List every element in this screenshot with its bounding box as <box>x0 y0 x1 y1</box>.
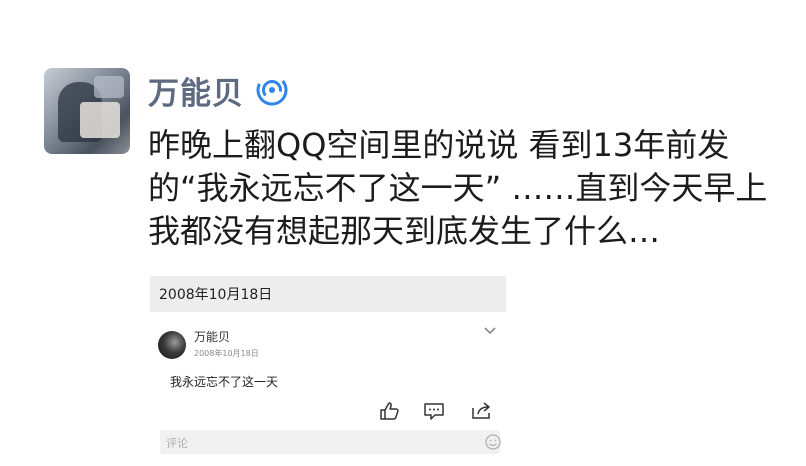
user-avatar[interactable] <box>44 68 130 154</box>
comment-input[interactable]: 评论 <box>160 430 502 454</box>
embedded-post-card: 2008年10月18日 万能贝 2008年10月18日 我永远忘不了这一天 评论 <box>150 276 506 464</box>
emoji-icon[interactable] <box>484 433 502 451</box>
username-row: 万能贝 <box>148 68 288 112</box>
share-icon[interactable] <box>470 401 492 421</box>
chevron-down-icon[interactable] <box>483 326 497 336</box>
post-text: 昨晚上翻QQ空间里的说说 看到13年前发的“我永远忘不了这一天” ……直到今天早… <box>148 126 768 250</box>
thumbs-up-icon[interactable] <box>379 401 401 421</box>
comment-placeholder: 评论 <box>166 437 188 450</box>
swirl-badge-icon <box>256 74 288 106</box>
username[interactable]: 万能贝 <box>148 68 244 113</box>
comment-icon[interactable] <box>423 401 445 421</box>
embedded-date: 2008年10月18日 <box>194 349 259 358</box>
avatar-highlight <box>94 76 124 98</box>
embedded-author[interactable]: 万能贝 <box>194 328 230 345</box>
embedded-text: 我永远忘不了这一天 <box>170 375 279 389</box>
card-date-header: 2008年10月18日 <box>150 276 506 312</box>
embedded-avatar[interactable] <box>158 331 186 359</box>
avatar-detail <box>80 102 120 138</box>
